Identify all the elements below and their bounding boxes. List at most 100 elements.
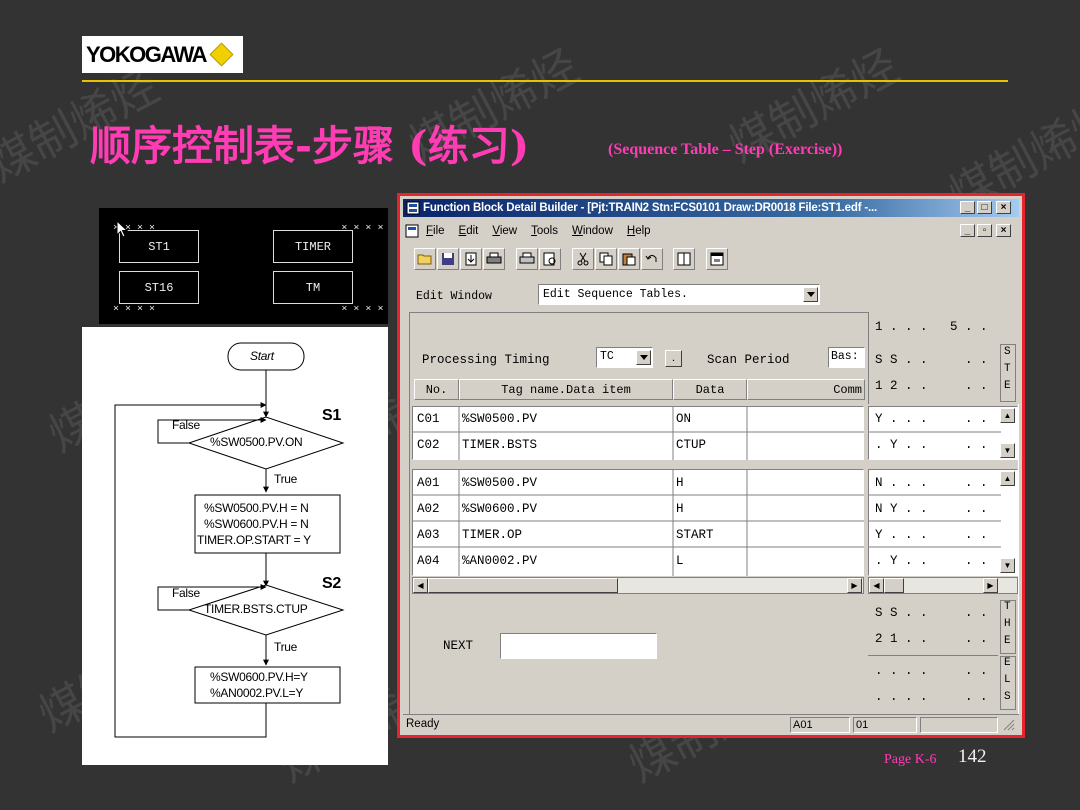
status-bar: Ready A01 01	[403, 714, 1019, 734]
condition-row-no[interactable]: C02	[417, 438, 440, 452]
action-row-data[interactable]: START	[676, 528, 714, 542]
action-row-data[interactable]: H	[676, 476, 684, 490]
window-view-button[interactable]	[706, 248, 728, 270]
else-row[interactable]: . . . . . .	[875, 690, 988, 704]
flow-action-2-line: %AN0002.PV.L=Y	[210, 686, 304, 700]
condition-scroll-up[interactable]: ▲	[1000, 408, 1015, 423]
faceplate-cross-marks: ×××× ××××	[113, 303, 390, 314]
split-view-button[interactable]	[673, 248, 695, 270]
paste-button[interactable]	[618, 248, 640, 270]
scroll-left-button[interactable]: ◀	[413, 578, 428, 593]
menu-edit[interactable]: Edit	[459, 225, 479, 237]
action-row-data[interactable]: L	[676, 554, 684, 568]
menu-tools[interactable]: Tools	[531, 225, 558, 237]
window-titlebar[interactable]: Function Block Detail Builder - [Pjt:TRA…	[403, 199, 1019, 217]
column-header-tag[interactable]: Tag name.Data item	[459, 379, 673, 400]
column-header-comment[interactable]: Comm	[747, 379, 865, 400]
processing-timing-select[interactable]: TC	[596, 347, 653, 368]
close-button[interactable]: ×	[996, 201, 1011, 214]
menu-view[interactable]: View	[492, 225, 517, 237]
print-button[interactable]	[516, 248, 538, 270]
processing-timing-value: TC	[600, 350, 614, 363]
faceplate-box-tm[interactable]: TM	[273, 271, 353, 304]
action-row-steps[interactable]: N . . . . .	[875, 476, 988, 490]
child-close-button[interactable]: ×	[996, 224, 1011, 237]
menu-help[interactable]: Help	[627, 225, 651, 237]
action-row-no[interactable]: A03	[417, 528, 440, 542]
condition-row-steps[interactable]: . Y . . . .	[875, 438, 988, 452]
edit-window-dropdown-button[interactable]	[803, 287, 818, 302]
menu-window[interactable]: Window	[572, 225, 613, 237]
then-letter: T	[1004, 601, 1011, 613]
edit-window-select[interactable]: Edit Sequence Tables.	[538, 284, 820, 305]
faceplate-box-timer[interactable]: TIMER	[273, 230, 353, 263]
condition-row-no[interactable]: C01	[417, 412, 440, 426]
action-scroll-up[interactable]: ▲	[1000, 471, 1015, 486]
column-header-data[interactable]: Data	[673, 379, 747, 400]
printer-icon	[486, 252, 502, 264]
else-letter: S	[1004, 691, 1011, 703]
action-row-no[interactable]: A02	[417, 502, 440, 516]
action-scroll-down[interactable]: ▼	[1000, 558, 1015, 573]
undo-button[interactable]	[641, 248, 663, 270]
status-cell-step: 01	[853, 717, 917, 733]
action-row-steps[interactable]: N Y . . . .	[875, 502, 988, 516]
print-setup-button[interactable]	[483, 248, 505, 270]
child-minimize-button[interactable]: _	[960, 224, 975, 237]
step-index-row: 1 2 . . . .	[875, 379, 988, 393]
save-button[interactable]	[437, 248, 459, 270]
minimize-button[interactable]: _	[960, 201, 975, 214]
condition-row-data[interactable]: CTUP	[676, 438, 706, 452]
copy-button[interactable]	[595, 248, 617, 270]
faceplate-panel: ×××× ×××× ×××× ×××× ST1 TIMER ST16 TM	[99, 208, 388, 324]
open-button[interactable]	[414, 248, 436, 270]
cut-button[interactable]	[572, 248, 594, 270]
condition-row-data[interactable]: ON	[676, 412, 691, 426]
scan-period-select[interactable]: Bas:	[828, 347, 865, 368]
menu-file[interactable]: File	[426, 225, 445, 237]
column-header-no[interactable]: No.	[414, 379, 459, 400]
condition-row-steps[interactable]: Y . . . . .	[875, 412, 988, 426]
slide-title: 顺序控制表-步骤 (练习)	[90, 122, 530, 170]
maximize-button[interactable]: □	[977, 201, 992, 214]
steps-scroll-thumb[interactable]	[884, 578, 904, 593]
action-row-no[interactable]: A01	[417, 476, 440, 490]
steps-scroll-right-button[interactable]: ▶	[983, 578, 998, 593]
menu-label: ools	[536, 224, 558, 237]
scroll-thumb[interactable]	[428, 578, 618, 593]
else-label-strip: E L S	[1000, 656, 1016, 710]
else-row[interactable]: . . . . . .	[875, 664, 988, 678]
then-label-strip: T H E	[1000, 600, 1016, 654]
condition-scroll-down[interactable]: ▼	[1000, 443, 1015, 458]
action-row-tag[interactable]: %SW0500.PV	[462, 476, 537, 490]
action-row-tag[interactable]: %SW0600.PV	[462, 502, 537, 516]
faceplate-box-st16[interactable]: ST16	[119, 271, 199, 304]
download-button[interactable]	[460, 248, 482, 270]
action-row-steps[interactable]: . Y . . . .	[875, 554, 988, 568]
timing-detail-button[interactable]: .	[665, 350, 682, 367]
condition-row-tag[interactable]: %SW0500.PV	[462, 412, 537, 426]
faceplate-box-st1[interactable]: ST1	[119, 230, 199, 263]
action-row-tag[interactable]: TIMER.OP	[462, 528, 522, 542]
condition-row-tag[interactable]: TIMER.BSTS	[462, 438, 537, 452]
menu-label: dit	[466, 224, 479, 237]
action-row-data[interactable]: H	[676, 502, 684, 516]
ste-letter: E	[1004, 380, 1011, 392]
logo-diamond-icon	[209, 42, 234, 67]
then-row[interactable]: 2 1 . . . .	[875, 632, 988, 646]
scroll-right-button[interactable]: ▶	[847, 578, 862, 593]
child-restore-button[interactable]: ▫	[977, 224, 992, 237]
then-row[interactable]: S S . . . .	[875, 606, 988, 620]
resize-grip-icon[interactable]	[1003, 719, 1015, 731]
action-row-no[interactable]: A04	[417, 554, 440, 568]
action-row-steps[interactable]: Y . . . . .	[875, 528, 988, 542]
status-cell-position: A01	[790, 717, 850, 733]
steps-scroll-left-button[interactable]: ◀	[869, 578, 884, 593]
save-icon	[442, 253, 454, 265]
menu-label: iew	[499, 224, 518, 237]
next-step-input[interactable]	[500, 633, 657, 659]
print-preview-button[interactable]	[539, 248, 561, 270]
flow-action-1-line: TIMER.OP.START = Y	[197, 533, 311, 547]
action-row-tag[interactable]: %AN0002.PV	[462, 554, 537, 568]
processing-timing-dropdown[interactable]	[636, 350, 651, 365]
